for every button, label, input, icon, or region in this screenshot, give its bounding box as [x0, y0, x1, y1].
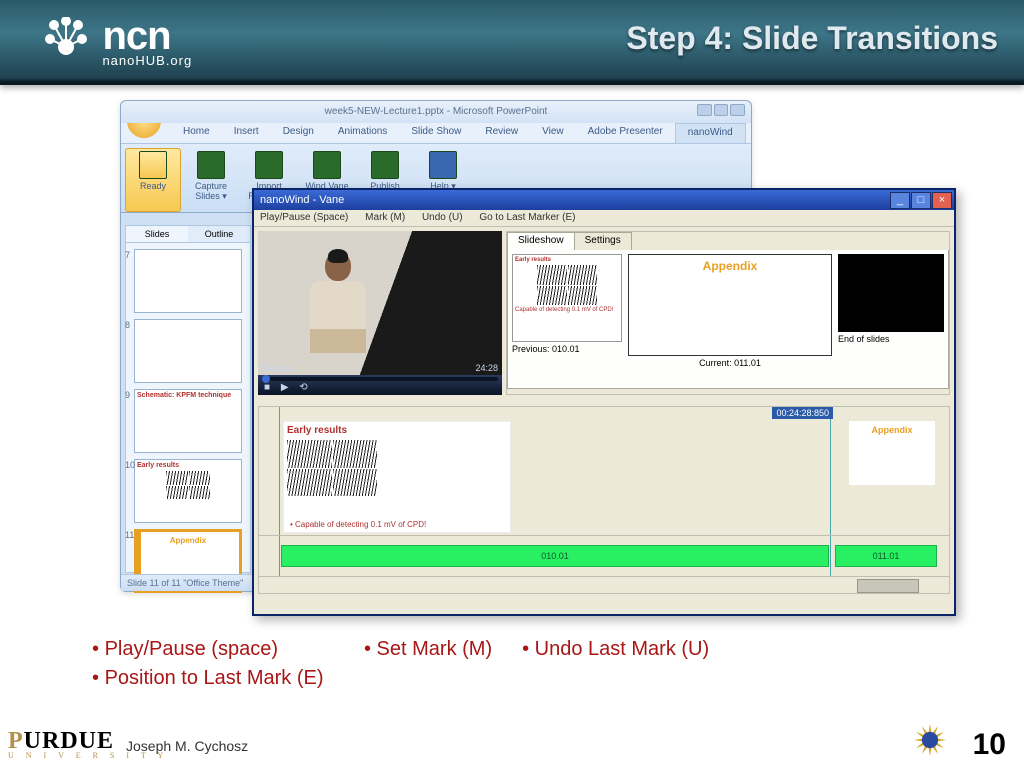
- tab-nanowind[interactable]: nanoWind: [675, 123, 746, 143]
- tab-animations[interactable]: Animations: [326, 123, 399, 143]
- thumb-9[interactable]: 9Schematic: KPFM technique: [134, 389, 242, 453]
- tab-insert[interactable]: Insert: [222, 123, 271, 143]
- window-controls[interactable]: [697, 104, 745, 116]
- thumb-7[interactable]: 7: [134, 249, 242, 313]
- slides-panel: Slides Outline 7 8 9Schematic: KPFM tech…: [125, 225, 251, 573]
- slide-header: ncn nanoHUB.org Step 4: Slide Transition…: [0, 0, 1024, 85]
- page-number: 10: [973, 728, 1006, 762]
- video-player[interactable]: Paused 24:28 ■ ▶ ⟲: [258, 231, 502, 395]
- slideshow-panel: Slideshow Settings Early resultsCapable …: [506, 231, 950, 395]
- ppt-titlebar: week5-NEW-Lecture1.pptx - Microsoft Powe…: [121, 101, 751, 123]
- vane-titlebar: nanoWind - Vane _□×: [254, 190, 954, 210]
- menu-mark[interactable]: Mark (M): [365, 212, 405, 223]
- tab-view[interactable]: View: [530, 123, 576, 143]
- playback-icons[interactable]: ■ ▶ ⟲: [264, 382, 312, 393]
- thumb-8[interactable]: 8: [134, 319, 242, 383]
- video-frame: [258, 231, 502, 375]
- cur-caption: Current: 011.01: [628, 358, 832, 368]
- next-caption: End of slides: [838, 334, 944, 344]
- timeline-timestamp: 00:24:28:850: [772, 407, 833, 419]
- nanohub-logo: ncn nanoHUB.org: [40, 14, 192, 68]
- menu-undo[interactable]: Undo (U): [422, 212, 463, 223]
- vane-menu: Play/Pause (Space) Mark (M) Undo (U) Go …: [254, 210, 954, 227]
- timeline-card-cur[interactable]: Appendix: [849, 421, 935, 485]
- video-controls[interactable]: Paused 24:28 ■ ▶ ⟲: [258, 375, 502, 395]
- vane-window-controls[interactable]: _□×: [890, 192, 952, 209]
- timeline-track[interactable]: 010.01 011.01: [259, 545, 949, 567]
- timeline-card-prev[interactable]: Early results • Capable of detecting 0.1…: [283, 421, 511, 533]
- prev-caption: Previous: 010.01: [512, 344, 622, 354]
- ppt-title-text: week5-NEW-Lecture1.pptx - Microsoft Powe…: [325, 106, 548, 117]
- thumb-10[interactable]: 10Early results: [134, 459, 242, 523]
- nsf-logo: [912, 722, 948, 758]
- slide-title: Step 4: Slide Transitions: [626, 20, 998, 57]
- previous-slide: Early resultsCapable of detecting 0.1 mV…: [512, 254, 622, 354]
- tab-review[interactable]: Review: [473, 123, 530, 143]
- progress-bar[interactable]: [262, 377, 498, 381]
- ribbon-capture[interactable]: Capture Slides ▾: [183, 148, 239, 212]
- segment-1[interactable]: 010.01: [281, 545, 829, 567]
- segment-2[interactable]: 011.01: [835, 545, 937, 567]
- tab-outline[interactable]: Outline: [188, 226, 250, 242]
- ncn-icon: [40, 17, 92, 65]
- ribbon-tabs: Home Insert Design Animations Slide Show…: [121, 123, 751, 143]
- bullet-4: Position to Last Mark (E): [92, 667, 324, 690]
- video-state: Paused: [262, 363, 293, 373]
- ribbon-ready[interactable]: Ready: [125, 148, 181, 212]
- author-name: Joseph M. Cychosz: [126, 738, 248, 754]
- screenshot-area: week5-NEW-Lecture1.pptx - Microsoft Powe…: [120, 100, 950, 610]
- tab-settings[interactable]: Settings: [574, 232, 632, 250]
- bullet-2: Set Mark (M): [364, 638, 492, 661]
- bullet-3: Undo Last Mark (U): [522, 638, 709, 661]
- tab-home[interactable]: Home: [171, 123, 222, 143]
- tab-slideshow[interactable]: Slideshow: [507, 232, 575, 250]
- vane-title-text: nanoWind - Vane: [260, 194, 344, 206]
- tab-slideshow[interactable]: Slide Show: [399, 123, 473, 143]
- current-slide: Appendix Current: 011.01: [628, 254, 832, 368]
- nanowind-window: nanoWind - Vane _□× Play/Pause (Space) M…: [252, 188, 956, 616]
- timeline-scrollbar[interactable]: [259, 576, 949, 593]
- bullet-1: Play/Pause (space): [92, 638, 278, 661]
- bullet-list: Play/Pause (space) Set Mark (M) Undo Las…: [92, 638, 709, 696]
- menu-goto[interactable]: Go to Last Marker (E): [479, 212, 575, 223]
- lecturer-figure: [302, 251, 374, 375]
- timeline-panel: 00:24:28:850 Early results • Capable of …: [258, 406, 950, 594]
- next-slide: End of slides: [838, 254, 944, 344]
- video-time: 24:28: [475, 363, 498, 373]
- tab-design[interactable]: Design: [271, 123, 326, 143]
- logo-sub-text: nanoHUB.org: [102, 53, 192, 68]
- menu-playpause[interactable]: Play/Pause (Space): [260, 212, 348, 223]
- tab-adobe[interactable]: Adobe Presenter: [576, 123, 675, 143]
- tab-slides[interactable]: Slides: [126, 226, 188, 242]
- slide-footer: PURDUE U N I V E R S I T Y Joseph M. Cyc…: [0, 720, 1024, 768]
